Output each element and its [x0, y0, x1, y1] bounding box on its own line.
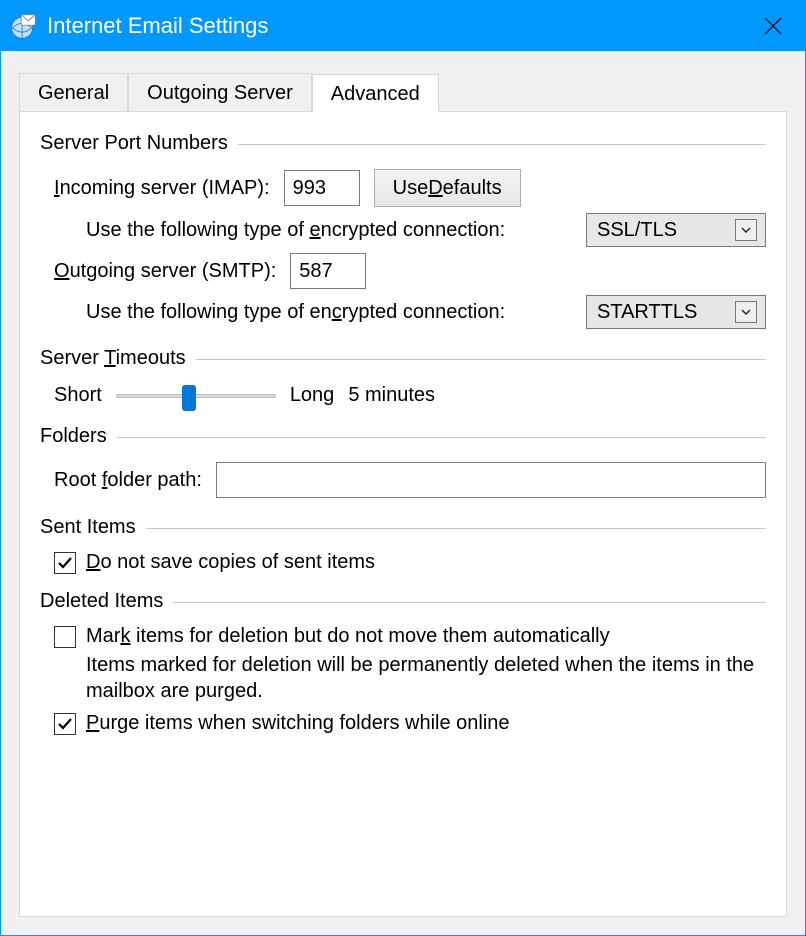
close-icon [764, 17, 782, 35]
dont-save-label: Do not save copies of sent items [86, 551, 375, 574]
client-area: General Outgoing Server Advanced Server … [1, 51, 805, 935]
chevron-down-icon [735, 219, 757, 241]
outgoing-encryption-label: Use the following type of encrypted conn… [86, 301, 505, 324]
dialog-window: Internet Email Settings General Outgoing… [0, 0, 806, 936]
group-label-folders: Folders [40, 425, 117, 448]
checkbox-box [54, 713, 76, 735]
deletion-note: Items marked for deletion will be perman… [54, 652, 766, 704]
timeout-long-label: Long [290, 384, 335, 407]
root-folder-label: Root folder path: [54, 469, 202, 492]
timeout-short-label: Short [54, 384, 102, 407]
chevron-down-icon [735, 301, 757, 323]
use-defaults-button[interactable]: Use Defaults [374, 169, 521, 207]
incoming-encryption-select[interactable]: SSL/TLS [586, 213, 766, 247]
group-folders: Folders Root folder path: [40, 425, 766, 508]
checkbox-dont-save-sent[interactable]: Do not save copies of sent items [54, 551, 766, 574]
checkbox-box [54, 552, 76, 574]
group-server-port-numbers: Server Port Numbers Incoming server (IMA… [40, 132, 766, 339]
outgoing-server-label: Outgoing server (SMTP): [54, 260, 276, 283]
outgoing-port-input[interactable] [290, 253, 366, 289]
slider-thumb[interactable] [182, 385, 196, 411]
group-label-sent: Sent Items [40, 516, 146, 539]
incoming-encryption-label: Use the following type of encrypted conn… [86, 219, 505, 242]
titlebar: Internet Email Settings [1, 1, 805, 51]
purge-label: Purge items when switching folders while… [86, 712, 510, 735]
outgoing-encryption-select[interactable]: STARTTLS [586, 295, 766, 329]
tab-panel-advanced: Server Port Numbers Incoming server (IMA… [19, 111, 787, 917]
tab-advanced[interactable]: Advanced [312, 74, 439, 112]
checkbox-purge-on-switch[interactable]: Purge items when switching folders while… [54, 712, 766, 735]
timeout-value: 5 minutes [348, 384, 435, 407]
mark-for-deletion-label: Mark items for deletion but do not move … [86, 625, 610, 648]
tab-row: General Outgoing Server Advanced [19, 69, 787, 111]
root-folder-input[interactable] [216, 462, 766, 498]
group-server-timeouts: Server Timeouts Short Long 5 minutes [40, 347, 766, 417]
tab-outgoing-server[interactable]: Outgoing Server [128, 73, 312, 111]
incoming-server-label: Incoming server (IMAP): [54, 177, 270, 200]
checkbox-box [54, 626, 76, 648]
email-settings-icon [9, 12, 37, 40]
tab-general[interactable]: General [19, 73, 128, 111]
incoming-port-input[interactable] [284, 170, 360, 206]
close-button[interactable] [741, 1, 805, 51]
window-title: Internet Email Settings [47, 13, 741, 39]
group-label-ports: Server Port Numbers [40, 132, 238, 155]
timeout-slider[interactable] [116, 385, 276, 407]
group-label-deleted: Deleted Items [40, 590, 173, 613]
group-label-timeouts: Server Timeouts [40, 347, 196, 370]
group-sent-items: Sent Items Do not save copies of sent it… [40, 516, 766, 582]
group-deleted-items: Deleted Items Mark items for deletion bu… [40, 590, 766, 743]
checkbox-mark-for-deletion[interactable]: Mark items for deletion but do not move … [54, 625, 766, 648]
